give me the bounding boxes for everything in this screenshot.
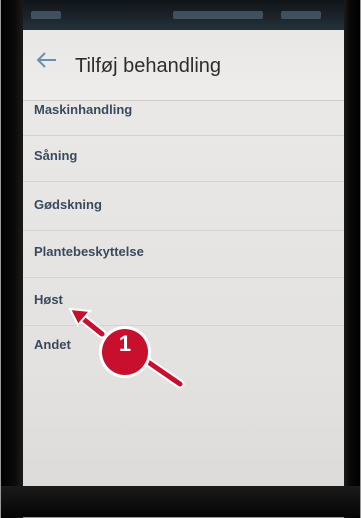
phone-screen: Tilføj behandling Maskinhandling Såning … <box>23 0 344 486</box>
status-bar <box>23 0 344 30</box>
status-right-indicators <box>173 11 263 19</box>
list-item-hoest[interactable]: Høst <box>23 280 344 326</box>
status-clock-indicator <box>281 11 321 19</box>
list-item-label: Plantebeskyttelse <box>34 244 144 259</box>
list-item-label: Maskinhandling <box>34 102 133 117</box>
list-item-label: Såning <box>34 148 78 163</box>
list-item-goedskning[interactable]: Gødskning <box>23 185 344 231</box>
status-left-indicators <box>31 11 61 19</box>
phone-bezel-right <box>344 0 360 518</box>
list-item-saaning[interactable]: Såning <box>23 136 344 182</box>
list-item-plantebeskyttelse[interactable]: Plantebeskyttelse <box>23 232 344 278</box>
arrow-left-icon[interactable] <box>36 52 58 68</box>
list-item-label: Høst <box>34 292 63 307</box>
phone-bezel-left <box>1 0 23 518</box>
list-item-label: Andet <box>34 337 71 352</box>
list-item-andet[interactable]: Andet <box>23 325 344 371</box>
page-title: Tilføj behandling <box>75 55 222 77</box>
phone-bezel-bottom <box>1 486 360 517</box>
callout-number: 1 <box>118 331 132 356</box>
list-item-label: Gødskning <box>34 197 102 212</box>
list-item-maskinhandling[interactable]: Maskinhandling <box>23 90 344 136</box>
